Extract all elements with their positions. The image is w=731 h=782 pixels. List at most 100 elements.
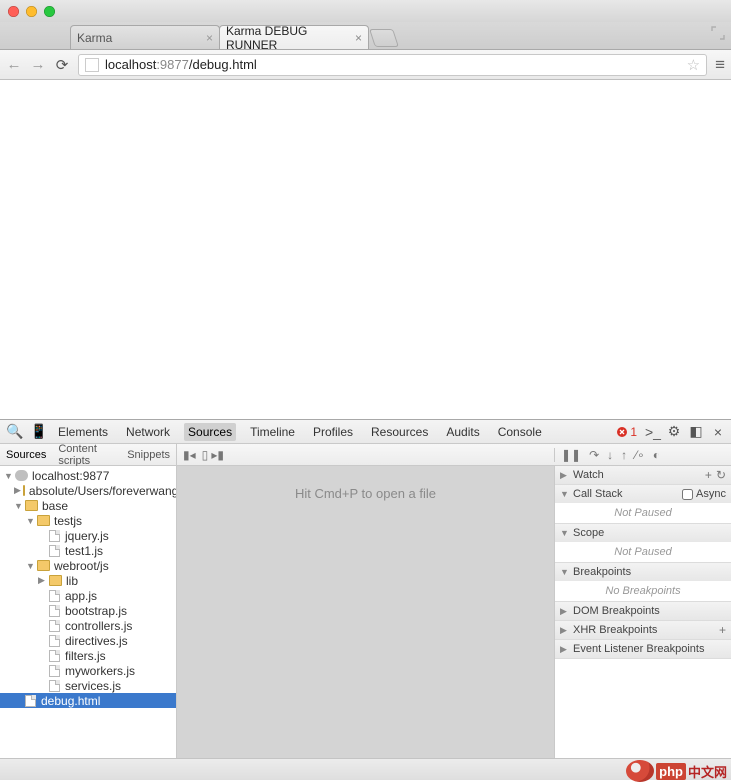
- deactivate-breakpoints-icon[interactable]: ⁄∘: [635, 448, 645, 462]
- step-into-icon[interactable]: ↓: [607, 448, 613, 462]
- close-tab-icon[interactable]: ×: [355, 31, 362, 45]
- sources-navigator[interactable]: ▼localhost:9877▶absolute/Users/foreverwa…: [0, 466, 177, 758]
- scope-status: Not Paused: [555, 542, 731, 562]
- tree-origin[interactable]: ▼localhost:9877: [0, 468, 176, 483]
- tree-file[interactable]: jquery.js: [0, 528, 176, 543]
- tree-file[interactable]: debug.html: [0, 693, 176, 708]
- file-icon: [49, 635, 60, 647]
- url-host: localhost: [105, 57, 156, 72]
- xhr-breakpoints-header[interactable]: ▶XHR Breakpoints +: [555, 621, 731, 639]
- tree-item-label: app.js: [65, 589, 97, 603]
- panel-network[interactable]: Network: [122, 423, 174, 441]
- dock-side-icon[interactable]: ◧: [689, 423, 703, 440]
- callstack-status: Not Paused: [555, 503, 731, 523]
- minimize-window-icon[interactable]: [26, 6, 37, 17]
- forward-icon[interactable]: →: [30, 56, 46, 73]
- reload-icon[interactable]: ⟳: [54, 56, 70, 74]
- panel-elements[interactable]: Elements: [54, 423, 112, 441]
- fullscreen-icon[interactable]: [711, 26, 725, 40]
- watch-section-header[interactable]: ▶Watch + ↻: [555, 466, 731, 484]
- step-over-icon[interactable]: ↷: [589, 448, 599, 462]
- tree-item-label: jquery.js: [65, 529, 109, 543]
- tree-folder[interactable]: ▼testjs: [0, 513, 176, 528]
- callstack-title: Call Stack: [573, 488, 623, 500]
- tree-item-label: absolute/Users/foreverwang/.: [29, 484, 177, 498]
- refresh-watch-icon[interactable]: ↻: [716, 468, 726, 482]
- tree-file[interactable]: services.js: [0, 678, 176, 693]
- browser-tabstrip: Karma × Karma DEBUG RUNNER ×: [0, 22, 731, 50]
- event-listener-bp-header[interactable]: ▶Event Listener Breakpoints: [555, 640, 731, 658]
- close-devtools-icon[interactable]: ×: [711, 424, 725, 440]
- sources-sub-bar: Sources Content scripts Snippets ▮◂ ▯ ▸▮…: [0, 444, 731, 466]
- add-xhr-bp-icon[interactable]: +: [719, 623, 726, 637]
- show-drawer-icon[interactable]: >_: [645, 424, 659, 440]
- error-badge[interactable]: 1: [616, 425, 637, 439]
- toggle-sidebar-icon[interactable]: ▸▮: [211, 448, 224, 462]
- tree-file[interactable]: bootstrap.js: [0, 603, 176, 618]
- tree-folder[interactable]: ▶absolute/Users/foreverwang/.: [0, 483, 176, 498]
- dom-breakpoints-header[interactable]: ▶DOM Breakpoints: [555, 602, 731, 620]
- panel-profiles[interactable]: Profiles: [309, 423, 357, 441]
- error-count: 1: [630, 425, 637, 439]
- back-icon[interactable]: ←: [6, 56, 22, 73]
- origin-label: localhost:9877: [32, 469, 109, 483]
- watermark: php 中文网: [626, 760, 727, 782]
- tree-folder[interactable]: ▼base: [0, 498, 176, 513]
- scope-title: Scope: [573, 527, 604, 539]
- close-tab-icon[interactable]: ×: [206, 31, 213, 45]
- editor-hint: Hit Cmd+P to open a file: [295, 486, 436, 501]
- window-titlebar: [0, 0, 731, 22]
- tree-file[interactable]: test1.js: [0, 543, 176, 558]
- source-editor[interactable]: Hit Cmd+P to open a file: [177, 466, 555, 758]
- file-icon: [49, 620, 60, 632]
- device-mode-icon[interactable]: 📱: [30, 423, 44, 440]
- panel-timeline[interactable]: Timeline: [246, 423, 299, 441]
- inspect-icon[interactable]: 🔍: [6, 423, 20, 440]
- devtools: 🔍 📱 Elements Network Sources Timeline Pr…: [0, 419, 731, 758]
- add-watch-icon[interactable]: +: [705, 468, 712, 482]
- sources-tab-content-scripts[interactable]: Content scripts: [52, 440, 121, 470]
- tree-item-label: services.js: [65, 679, 121, 693]
- panel-console[interactable]: Console: [494, 423, 546, 441]
- tree-folder[interactable]: ▶lib: [0, 573, 176, 588]
- tree-file[interactable]: controllers.js: [0, 618, 176, 633]
- tree-folder[interactable]: ▼webroot/js: [0, 558, 176, 573]
- cloud-icon: [15, 470, 28, 481]
- debugger-sidebar: ▶Watch + ↻ ▼Call Stack Async Not Paused …: [555, 466, 731, 758]
- panel-audits[interactable]: Audits: [442, 423, 483, 441]
- close-window-icon[interactable]: [8, 6, 19, 17]
- step-out-icon[interactable]: ↑: [621, 448, 627, 462]
- browser-tab-debug-runner[interactable]: Karma DEBUG RUNNER ×: [219, 25, 369, 49]
- file-icon: [49, 530, 60, 542]
- tree-item-label: lib: [66, 574, 78, 588]
- tree-file[interactable]: app.js: [0, 588, 176, 603]
- toggle-navigator-icon[interactable]: ▮◂: [183, 448, 196, 462]
- pause-script-icon[interactable]: ❚❚: [561, 448, 581, 462]
- page-viewport: [0, 80, 731, 419]
- breakpoints-status: No Breakpoints: [555, 581, 731, 601]
- ev-bp-title: Event Listener Breakpoints: [573, 643, 704, 655]
- tree-file[interactable]: filters.js: [0, 648, 176, 663]
- address-bar[interactable]: localhost:9877/debug.html ☆: [78, 54, 707, 76]
- sources-tab-snippets[interactable]: Snippets: [121, 446, 176, 464]
- page-icon: [85, 58, 99, 72]
- zoom-window-icon[interactable]: [44, 6, 55, 17]
- tree-file[interactable]: myworkers.js: [0, 663, 176, 678]
- new-tab-button[interactable]: [369, 29, 399, 47]
- breakpoints-section-header[interactable]: ▼Breakpoints: [555, 563, 731, 581]
- callstack-section-header[interactable]: ▼Call Stack Async: [555, 485, 731, 503]
- editor-split-icon[interactable]: ▯: [202, 448, 209, 462]
- pause-on-exceptions-icon[interactable]: ◐: [653, 448, 660, 462]
- async-toggle[interactable]: Async: [682, 488, 726, 500]
- tree-file[interactable]: directives.js: [0, 633, 176, 648]
- browser-tab-karma[interactable]: Karma ×: [70, 25, 220, 49]
- scope-section-header[interactable]: ▼Scope: [555, 524, 731, 542]
- settings-gear-icon[interactable]: ⚙: [667, 423, 681, 440]
- bookmark-star-icon[interactable]: ☆: [687, 56, 700, 74]
- panel-sources[interactable]: Sources: [184, 423, 236, 441]
- tab-label: Karma: [77, 31, 112, 45]
- hamburger-menu-icon[interactable]: ≡: [715, 55, 725, 75]
- sources-tab-sources[interactable]: Sources: [0, 446, 52, 464]
- panel-resources[interactable]: Resources: [367, 423, 432, 441]
- tree-item-label: base: [42, 499, 68, 513]
